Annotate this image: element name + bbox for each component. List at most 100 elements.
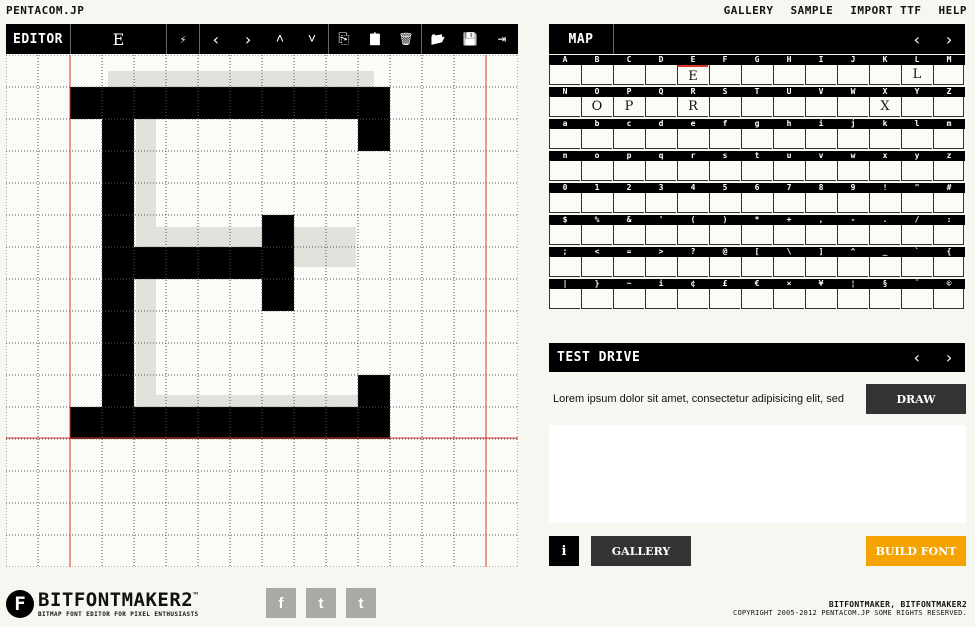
map-glyph-cell[interactable] — [709, 225, 740, 245]
map-glyph-cell[interactable]: E — [677, 65, 708, 85]
map-glyph-cell[interactable] — [581, 225, 612, 245]
map-glyph-cell[interactable] — [677, 225, 708, 245]
map-glyph-cell[interactable] — [741, 289, 772, 309]
map-glyph-cell[interactable] — [581, 289, 612, 309]
map-glyph-cell[interactable] — [933, 161, 964, 181]
map-glyph-cell[interactable]: O — [581, 97, 612, 117]
test-drive-prev-button[interactable]: ‹ — [901, 343, 933, 372]
map-glyph-cell[interactable] — [901, 161, 932, 181]
map-glyph-cell[interactable]: P — [613, 97, 644, 117]
map-glyph-cell[interactable] — [581, 257, 612, 277]
map-glyph-cell[interactable] — [933, 65, 964, 85]
map-glyph-cell[interactable] — [869, 129, 900, 149]
map-glyph-cell[interactable] — [933, 129, 964, 149]
map-glyph-cell[interactable] — [933, 193, 964, 213]
map-glyph-cell[interactable] — [741, 161, 772, 181]
arrow-down-icon[interactable]: ˅ — [296, 24, 328, 54]
map-glyph-cell[interactable] — [773, 65, 804, 85]
map-glyph-cell[interactable] — [773, 161, 804, 181]
map-glyph-cell[interactable] — [613, 289, 644, 309]
draw-button[interactable]: DRAW — [866, 384, 966, 414]
map-glyph-cell[interactable] — [549, 289, 580, 309]
map-glyph-cell[interactable] — [805, 225, 836, 245]
map-glyph-cell[interactable] — [933, 257, 964, 277]
trash-icon[interactable]: 🗑 — [391, 24, 421, 54]
map-glyph-cell[interactable] — [901, 289, 932, 309]
map-glyph-cell[interactable] — [645, 257, 676, 277]
map-glyph-cell[interactable] — [933, 225, 964, 245]
map-glyph-cell[interactable]: L — [901, 65, 932, 85]
map-glyph-cell[interactable]: X — [869, 97, 900, 117]
map-glyph-cell[interactable]: R — [677, 97, 708, 117]
footer-logo[interactable]: F BITFONTMAKER2 ™ BITMAP FONT EDITOR FOR… — [6, 590, 199, 618]
map-glyph-cell[interactable] — [805, 161, 836, 181]
map-glyph-cell[interactable] — [869, 257, 900, 277]
map-glyph-cell[interactable] — [741, 193, 772, 213]
map-glyph-cell[interactable] — [549, 161, 580, 181]
build-font-button[interactable]: BUILD FONT — [866, 536, 966, 566]
map-glyph-cell[interactable] — [837, 257, 868, 277]
map-glyph-cell[interactable] — [709, 129, 740, 149]
map-glyph-cell[interactable] — [581, 129, 612, 149]
map-glyph-cell[interactable] — [869, 161, 900, 181]
map-glyph-cell[interactable] — [741, 257, 772, 277]
map-glyph-cell[interactable] — [645, 225, 676, 245]
test-drive-next-button[interactable]: › — [933, 343, 965, 372]
map-glyph-cell[interactable] — [901, 257, 932, 277]
map-glyph-cell[interactable] — [741, 225, 772, 245]
map-glyph-cell[interactable] — [741, 97, 772, 117]
map-glyph-cell[interactable] — [901, 225, 932, 245]
map-glyph-cell[interactable] — [773, 289, 804, 309]
pixel-grid[interactable] — [6, 55, 518, 567]
map-glyph-cell[interactable] — [837, 161, 868, 181]
map-glyph-cell[interactable] — [773, 257, 804, 277]
twitter-icon[interactable]: t — [306, 588, 336, 618]
map-glyph-cell[interactable] — [549, 65, 580, 85]
map-glyph-cell[interactable] — [709, 65, 740, 85]
arrow-right-icon[interactable]: › — [232, 24, 264, 54]
save-icon[interactable]: 💾 — [454, 24, 486, 54]
map-glyph-cell[interactable] — [837, 129, 868, 149]
site-logo-link[interactable]: PENTACOM.JP — [6, 4, 84, 17]
map-glyph-cell[interactable] — [613, 257, 644, 277]
map-glyph-cell[interactable] — [869, 225, 900, 245]
map-glyph-cell[interactable] — [869, 289, 900, 309]
map-glyph-cell[interactable] — [869, 193, 900, 213]
map-glyph-cell[interactable] — [645, 161, 676, 181]
map-glyph-cell[interactable] — [549, 225, 580, 245]
map-glyph-cell[interactable] — [645, 289, 676, 309]
map-glyph-cell[interactable] — [773, 129, 804, 149]
magic-wand-icon[interactable]: ⚡ — [167, 24, 199, 54]
map-glyph-cell[interactable] — [901, 129, 932, 149]
map-glyph-cell[interactable] — [805, 193, 836, 213]
map-glyph-cell[interactable] — [709, 193, 740, 213]
map-glyph-cell[interactable] — [773, 97, 804, 117]
map-glyph-cell[interactable] — [677, 289, 708, 309]
map-glyph-cell[interactable] — [901, 193, 932, 213]
gallery-button[interactable]: GALLERY — [591, 536, 691, 566]
map-glyph-cell[interactable] — [709, 161, 740, 181]
map-glyph-cell[interactable] — [837, 193, 868, 213]
facebook-icon[interactable]: f — [266, 588, 296, 618]
nav-sample[interactable]: SAMPLE — [791, 4, 834, 17]
map-glyph-cell[interactable] — [677, 193, 708, 213]
tumblr-icon[interactable]: t — [346, 588, 376, 618]
map-glyph-cell[interactable] — [805, 65, 836, 85]
map-glyph-cell[interactable] — [709, 257, 740, 277]
map-glyph-cell[interactable] — [709, 289, 740, 309]
map-glyph-cell[interactable] — [677, 129, 708, 149]
map-glyph-cell[interactable] — [741, 65, 772, 85]
map-glyph-cell[interactable] — [773, 193, 804, 213]
paste-icon[interactable]: 📋 — [359, 24, 391, 54]
map-glyph-cell[interactable] — [741, 129, 772, 149]
map-glyph-cell[interactable] — [549, 129, 580, 149]
map-glyph-cell[interactable] — [805, 97, 836, 117]
map-glyph-cell[interactable] — [805, 129, 836, 149]
map-glyph-cell[interactable] — [613, 129, 644, 149]
open-folder-icon[interactable]: 📂 — [422, 24, 454, 54]
nav-gallery[interactable]: GALLERY — [724, 4, 774, 17]
map-glyph-cell[interactable] — [677, 161, 708, 181]
map-glyph-cell[interactable] — [549, 193, 580, 213]
test-drive-input[interactable]: Lorem ipsum dolor sit amet, consectetur … — [553, 393, 858, 405]
map-glyph-cell[interactable] — [933, 289, 964, 309]
